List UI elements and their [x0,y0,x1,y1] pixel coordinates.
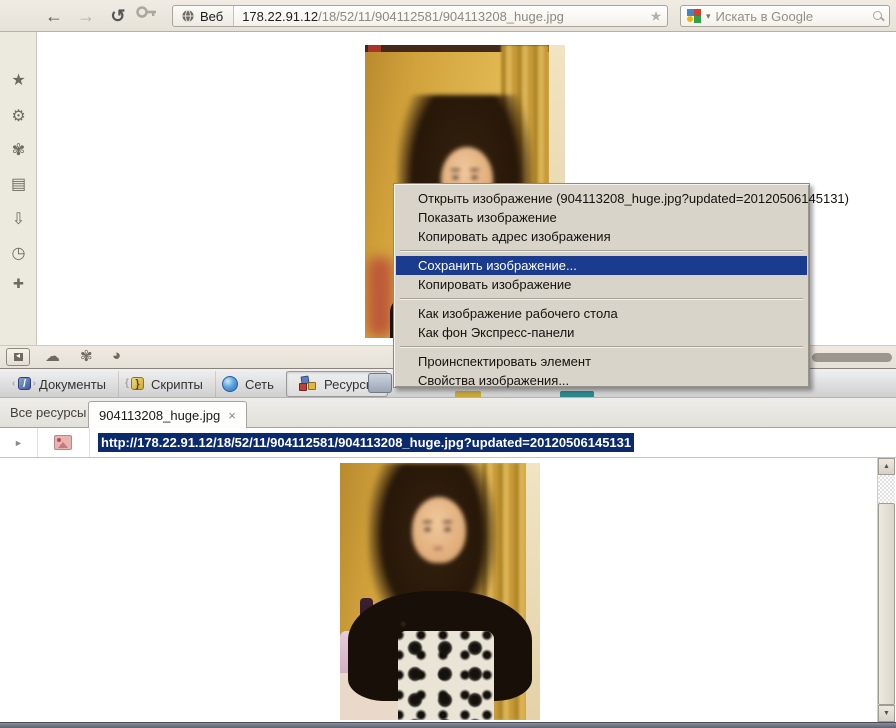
close-icon[interactable]: × [228,408,236,423]
resource-url-row[interactable]: ► http://178.22.91.12/18/52/11/904112581… [0,428,896,458]
tab-label: Документы [39,377,106,392]
opera-unite-icon[interactable]: ✾ [80,347,93,365]
resource-type-cell [38,428,90,457]
opera-link-cloud-icon[interactable]: ☁ [45,347,60,365]
preview-vertical-scrollbar[interactable]: ▲ ▼ [877,458,894,722]
preview-image [340,463,540,720]
history-clock-icon[interactable]: ◷ [0,243,37,263]
back-icon[interactable]: ← [42,4,66,28]
scroll-up-icon[interactable]: ▲ [878,458,895,475]
photo-face [412,497,466,563]
search-icon[interactable] [872,10,885,23]
web-badge-label: Веб [200,9,223,24]
bookmark-star-icon[interactable]: ★ [645,8,667,25]
tab-scripts[interactable]: {} Скрипты [116,371,216,397]
panel-toggle-button[interactable]: ◂ [6,348,30,366]
web-mode-badge[interactable]: Веб [173,6,234,26]
tab-documents[interactable]: ‹/› Документы [4,371,119,397]
photo-floral-dress [398,631,494,720]
image-context-menu: Открыть изображение (904113208_huge.jpg?… [393,183,810,388]
unite-icon[interactable]: ✾ [0,140,37,160]
tab-label: Сеть [245,377,274,392]
image-resource-icon [54,435,72,450]
menu-item-copy-image[interactable]: Копировать изображение [396,275,807,294]
resources-cubes-icon [299,376,317,392]
search-field[interactable]: ▾ Искать в Google [680,5,890,27]
all-resources-tab[interactable]: Все ресурсы [10,405,86,420]
menu-item-set-desktop-image[interactable]: Как изображение рабочего стола [396,304,807,323]
menu-item-set-speeddial-background[interactable]: Как фон Экспресс-панели [396,323,807,342]
resource-file-tab[interactable]: 904113208_huge.jpg × [88,401,247,428]
menu-separator [400,298,803,300]
scripts-brace-icon: {} [128,376,144,392]
documents-markup-icon: ‹/› [16,376,32,392]
expand-arrow-icon[interactable]: ► [0,428,38,457]
resource-tab-label: 904113208_huge.jpg [99,408,220,423]
resources-tab-strip: Все ресурсы 904113208_huge.jpg × [0,398,896,428]
panels-sidebar: ★ ⚙ ✾ ▤ ⇩ ◷ ✚ [0,32,37,345]
tab-label: Скрипты [151,377,203,392]
address-domain: 178.22.91.12 [242,9,318,24]
address-url[interactable]: 178.22.91.12/18/52/11/904112581/90411320… [234,9,645,24]
browser-toolbar: ← → ↻ Веб 178.22.91.12/18/52/11/90411258… [0,0,896,32]
menu-item-show-image[interactable]: Показать изображение [396,208,807,227]
bookmarks-icon[interactable]: ★ [0,70,37,90]
menu-separator [400,250,803,252]
network-globe-icon [222,376,238,392]
bottom-scrollbar-edge[interactable] [0,722,896,728]
globe-icon [181,9,195,23]
resource-url-selected[interactable]: http://178.22.91.12/18/52/11/904112581/9… [98,433,634,452]
hidden-tab-icon-sliver [455,391,481,397]
reload-icon[interactable]: ↻ [106,4,130,28]
tab-network[interactable]: Сеть [210,371,287,397]
menu-item-copy-image-address[interactable]: Копировать адрес изображения [396,227,807,246]
scroll-down-icon[interactable]: ▼ [878,705,895,722]
menu-item-inspect-element[interactable]: Проинспектировать элемент [396,352,807,371]
address-bar[interactable]: Веб 178.22.91.12/18/52/11/904112581/9041… [172,5,668,27]
opera-turbo-gauge-icon[interactable]: ◕ [112,347,121,364]
menu-item-open-image[interactable]: Открыть изображение (904113208_huge.jpg?… [396,189,807,208]
storage-tab-icon[interactable] [368,373,392,393]
menu-item-save-image[interactable]: Сохранить изображение... [396,256,807,275]
add-panel-icon[interactable]: ✚ [0,276,37,292]
menu-item-image-properties[interactable]: Свойства изображения... [396,371,807,390]
search-placeholder: Искать в Google [716,9,872,24]
downloads-icon[interactable]: ⇩ [0,209,37,229]
widgets-gear-icon[interactable]: ⚙ [0,106,37,126]
password-key-icon[interactable] [136,7,158,22]
google-icon [687,9,701,23]
forward-icon[interactable]: → [74,4,98,28]
hidden-tab-icon-sliver [560,391,594,397]
resource-preview-pane [0,458,896,722]
page-horizontal-scrollbar[interactable] [812,353,892,362]
opera-browser-window: ← → ↻ Веб 178.22.91.12/18/52/11/90411258… [0,0,896,728]
notes-icon[interactable]: ▤ [0,174,37,194]
address-path: /18/52/11/904112581/904113208_huge.jpg [318,9,564,24]
menu-separator [400,346,803,348]
search-engine-dropdown-icon[interactable]: ▾ [701,11,716,22]
scrollbar-thumb[interactable] [878,503,895,705]
